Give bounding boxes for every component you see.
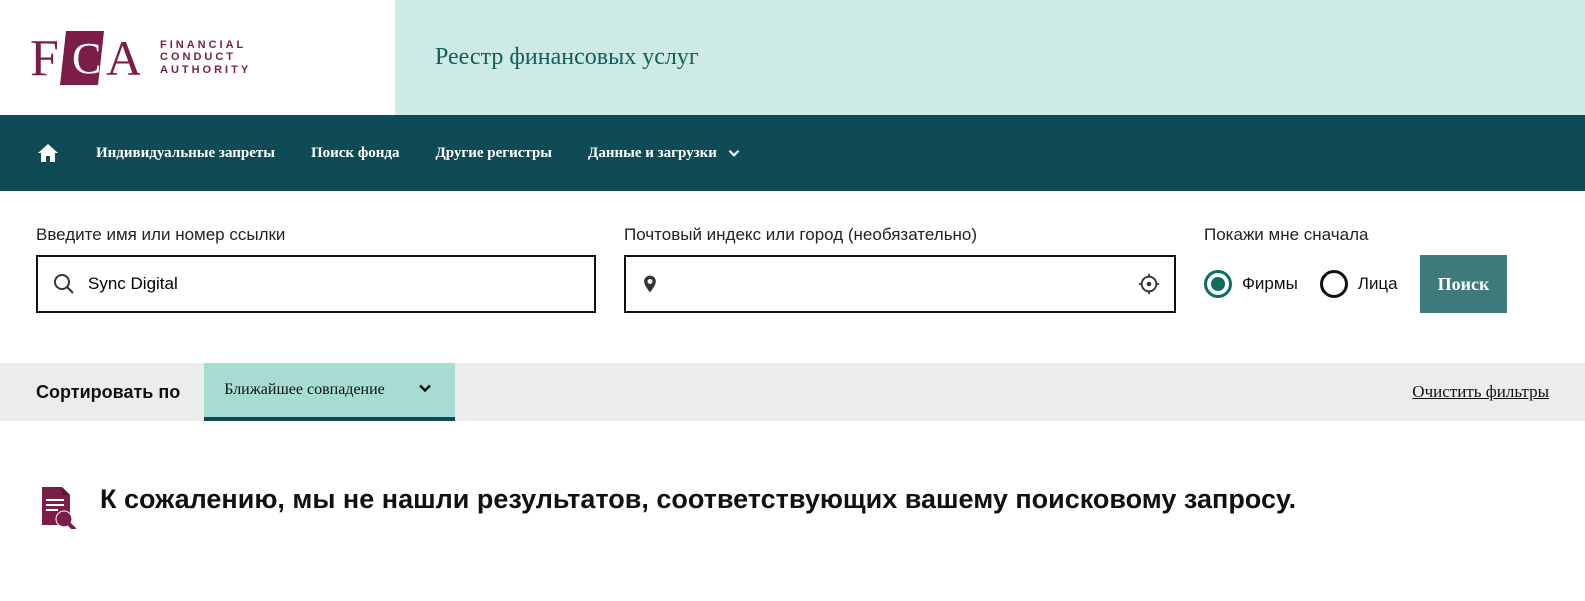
- search-button[interactable]: Поиск: [1420, 255, 1508, 313]
- sort-bar: Сортировать по Ближайшее совпадение Очис…: [0, 363, 1585, 421]
- name-field-label: Введите имя или номер ссылки: [36, 225, 596, 245]
- nav-label: Данные и загрузки: [588, 145, 717, 162]
- radio-individuals[interactable]: Лица: [1320, 270, 1398, 298]
- radio-firms[interactable]: Фирмы: [1204, 270, 1298, 298]
- nav-item-data-downloads[interactable]: Данные и загрузки: [588, 144, 743, 162]
- fca-logo[interactable]: F C A FINANCIAL CONDUCT AUTHORITY: [30, 29, 251, 87]
- logo-line-3: AUTHORITY: [160, 64, 251, 77]
- locate-me-icon[interactable]: [1138, 273, 1160, 295]
- radio-icon-unselected: [1320, 270, 1348, 298]
- location-input-wrap[interactable]: [624, 255, 1176, 313]
- fca-logo-mark-icon: F C A: [30, 29, 140, 87]
- svg-text:C: C: [72, 34, 101, 83]
- logo-area: F C A FINANCIAL CONDUCT AUTHORITY: [0, 0, 395, 115]
- radio-icon-selected: [1204, 270, 1232, 298]
- search-form: Введите имя или номер ссылки Почтовый ин…: [0, 191, 1585, 323]
- radio-group: Фирмы Лица Поиск: [1204, 255, 1507, 313]
- radio-individuals-label: Лица: [1358, 274, 1398, 294]
- sort-select[interactable]: Ближайшее совпадение: [204, 363, 455, 421]
- logo-line-1: FINANCIAL: [160, 39, 251, 52]
- logo-text: FINANCIAL CONDUCT AUTHORITY: [160, 39, 251, 77]
- nav-item-fund-search[interactable]: Поиск фонда: [311, 145, 399, 162]
- sort-by-label: Сортировать по: [36, 382, 180, 403]
- chevron-down-icon: [415, 378, 435, 403]
- svg-text:A: A: [106, 30, 140, 86]
- site-title: Реестр финансовых услуг: [435, 44, 699, 71]
- nav-label: Другие регистры: [435, 145, 552, 162]
- location-field-group: Почтовый индекс или город (необязательно…: [624, 225, 1176, 313]
- name-field-group: Введите имя или номер ссылки: [36, 225, 596, 313]
- main-nav: Индивидуальные запреты Поиск фонда Други…: [0, 115, 1585, 191]
- nav-item-other-registers[interactable]: Другие регистры: [435, 145, 552, 162]
- title-area: Реестр финансовых услуг: [395, 0, 1585, 115]
- nav-label: Индивидуальные запреты: [96, 145, 275, 162]
- home-icon[interactable]: [36, 141, 60, 165]
- page-header: F C A FINANCIAL CONDUCT AUTHORITY Реестр…: [0, 0, 1585, 115]
- no-results-message: К сожалению, мы не нашли результатов, со…: [100, 481, 1296, 517]
- location-field-label: Почтовый индекс или город (необязательно…: [624, 225, 1176, 245]
- no-results-panel: К сожалению, мы не нашли результатов, со…: [0, 421, 1585, 554]
- show-first-label: Покажи мне сначала: [1204, 225, 1507, 245]
- radio-firms-label: Фирмы: [1242, 274, 1298, 294]
- search-icon: [52, 272, 76, 296]
- nav-item-prohibitions[interactable]: Индивидуальные запреты: [96, 145, 275, 162]
- location-input[interactable]: [672, 274, 1126, 294]
- nav-label: Поиск фонда: [311, 145, 399, 162]
- clear-filters-link[interactable]: Очистить фильтры: [1412, 382, 1549, 402]
- svg-text:F: F: [30, 30, 59, 87]
- location-pin-icon: [640, 272, 660, 296]
- show-first-group: Покажи мне сначала Фирмы Лица Поиск: [1204, 225, 1507, 313]
- document-search-icon: [36, 485, 76, 534]
- name-input-wrap[interactable]: [36, 255, 596, 313]
- name-input[interactable]: [88, 274, 580, 294]
- logo-line-2: CONDUCT: [160, 51, 251, 64]
- sort-selected-value: Ближайшее совпадение: [224, 381, 385, 399]
- chevron-down-icon: [725, 144, 743, 162]
